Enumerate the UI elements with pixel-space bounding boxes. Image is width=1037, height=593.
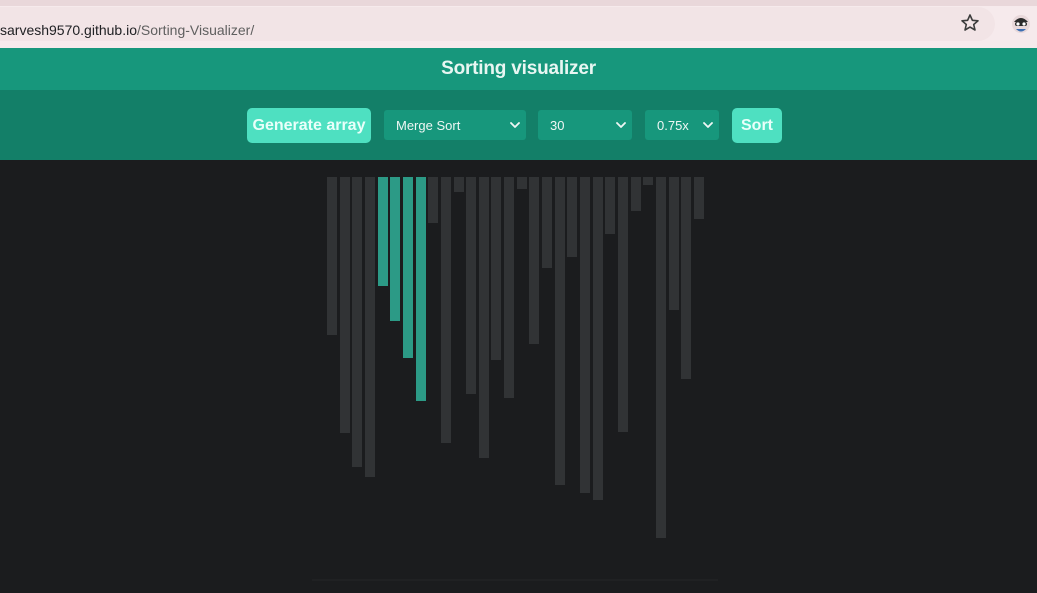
- array-bar: [694, 177, 704, 219]
- browser-tab-strip: [0, 0, 1037, 6]
- visualizer-canvas: [0, 160, 1037, 593]
- baseline: [312, 579, 718, 581]
- array-bar: [631, 177, 641, 211]
- sort-button[interactable]: Sort: [732, 108, 782, 143]
- array-bar: [340, 177, 350, 433]
- array-bar: [618, 177, 628, 432]
- app-header: Sorting visualizer: [0, 48, 1037, 90]
- array-bar: [365, 177, 375, 477]
- array-bar: [479, 177, 489, 458]
- page-title: Sorting visualizer: [441, 58, 596, 79]
- url-path: /Sorting-Visualizer/: [137, 22, 255, 38]
- address-bar[interactable]: sarvesh9570.github.io/Sorting-Visualizer…: [0, 7, 995, 41]
- bars-container: [310, 160, 720, 580]
- browser-toolbar: sarvesh9570.github.io/Sorting-Visualizer…: [0, 0, 1037, 48]
- generate-array-button[interactable]: Generate array: [247, 108, 371, 143]
- algorithm-select-value: Merge Sort: [396, 117, 461, 133]
- array-bar: [529, 177, 539, 344]
- array-bar: [491, 177, 501, 360]
- array-bar: [643, 177, 653, 185]
- controls-toolbar: Generate array Merge Sort 30 0.75x Sort: [0, 90, 1037, 160]
- chevron-down-icon: [616, 122, 626, 128]
- array-bar: [517, 177, 527, 189]
- star-icon[interactable]: [960, 13, 980, 33]
- array-bar: [580, 177, 590, 493]
- array-size-select-value: 30: [550, 117, 565, 133]
- url-host: sarvesh9570.github.io: [0, 22, 137, 38]
- algorithm-select[interactable]: Merge Sort: [384, 110, 526, 140]
- array-bar: [352, 177, 362, 467]
- array-bar: [593, 177, 603, 500]
- array-size-select[interactable]: 30: [538, 110, 632, 140]
- chevron-down-icon: [703, 122, 713, 128]
- array-bar: [416, 177, 426, 401]
- array-bar: [466, 177, 476, 394]
- array-bar: [681, 177, 691, 379]
- speed-select[interactable]: 0.75x: [645, 110, 719, 140]
- url-text[interactable]: sarvesh9570.github.io/Sorting-Visualizer…: [0, 22, 254, 38]
- array-bar: [390, 177, 400, 321]
- array-bar: [378, 177, 388, 286]
- array-bar: [403, 177, 413, 358]
- array-bar: [441, 177, 451, 443]
- array-bar: [605, 177, 615, 234]
- profile-avatar-icon[interactable]: [1010, 13, 1032, 35]
- array-bar: [454, 177, 464, 192]
- array-bar: [504, 177, 514, 398]
- chevron-down-icon: [510, 122, 520, 128]
- array-bar: [555, 177, 565, 485]
- array-bar: [542, 177, 552, 268]
- array-bar: [567, 177, 577, 257]
- speed-select-value: 0.75x: [657, 117, 689, 133]
- array-bar: [669, 177, 679, 310]
- array-bar: [428, 177, 438, 223]
- array-bar: [656, 177, 666, 538]
- array-bar: [327, 177, 337, 335]
